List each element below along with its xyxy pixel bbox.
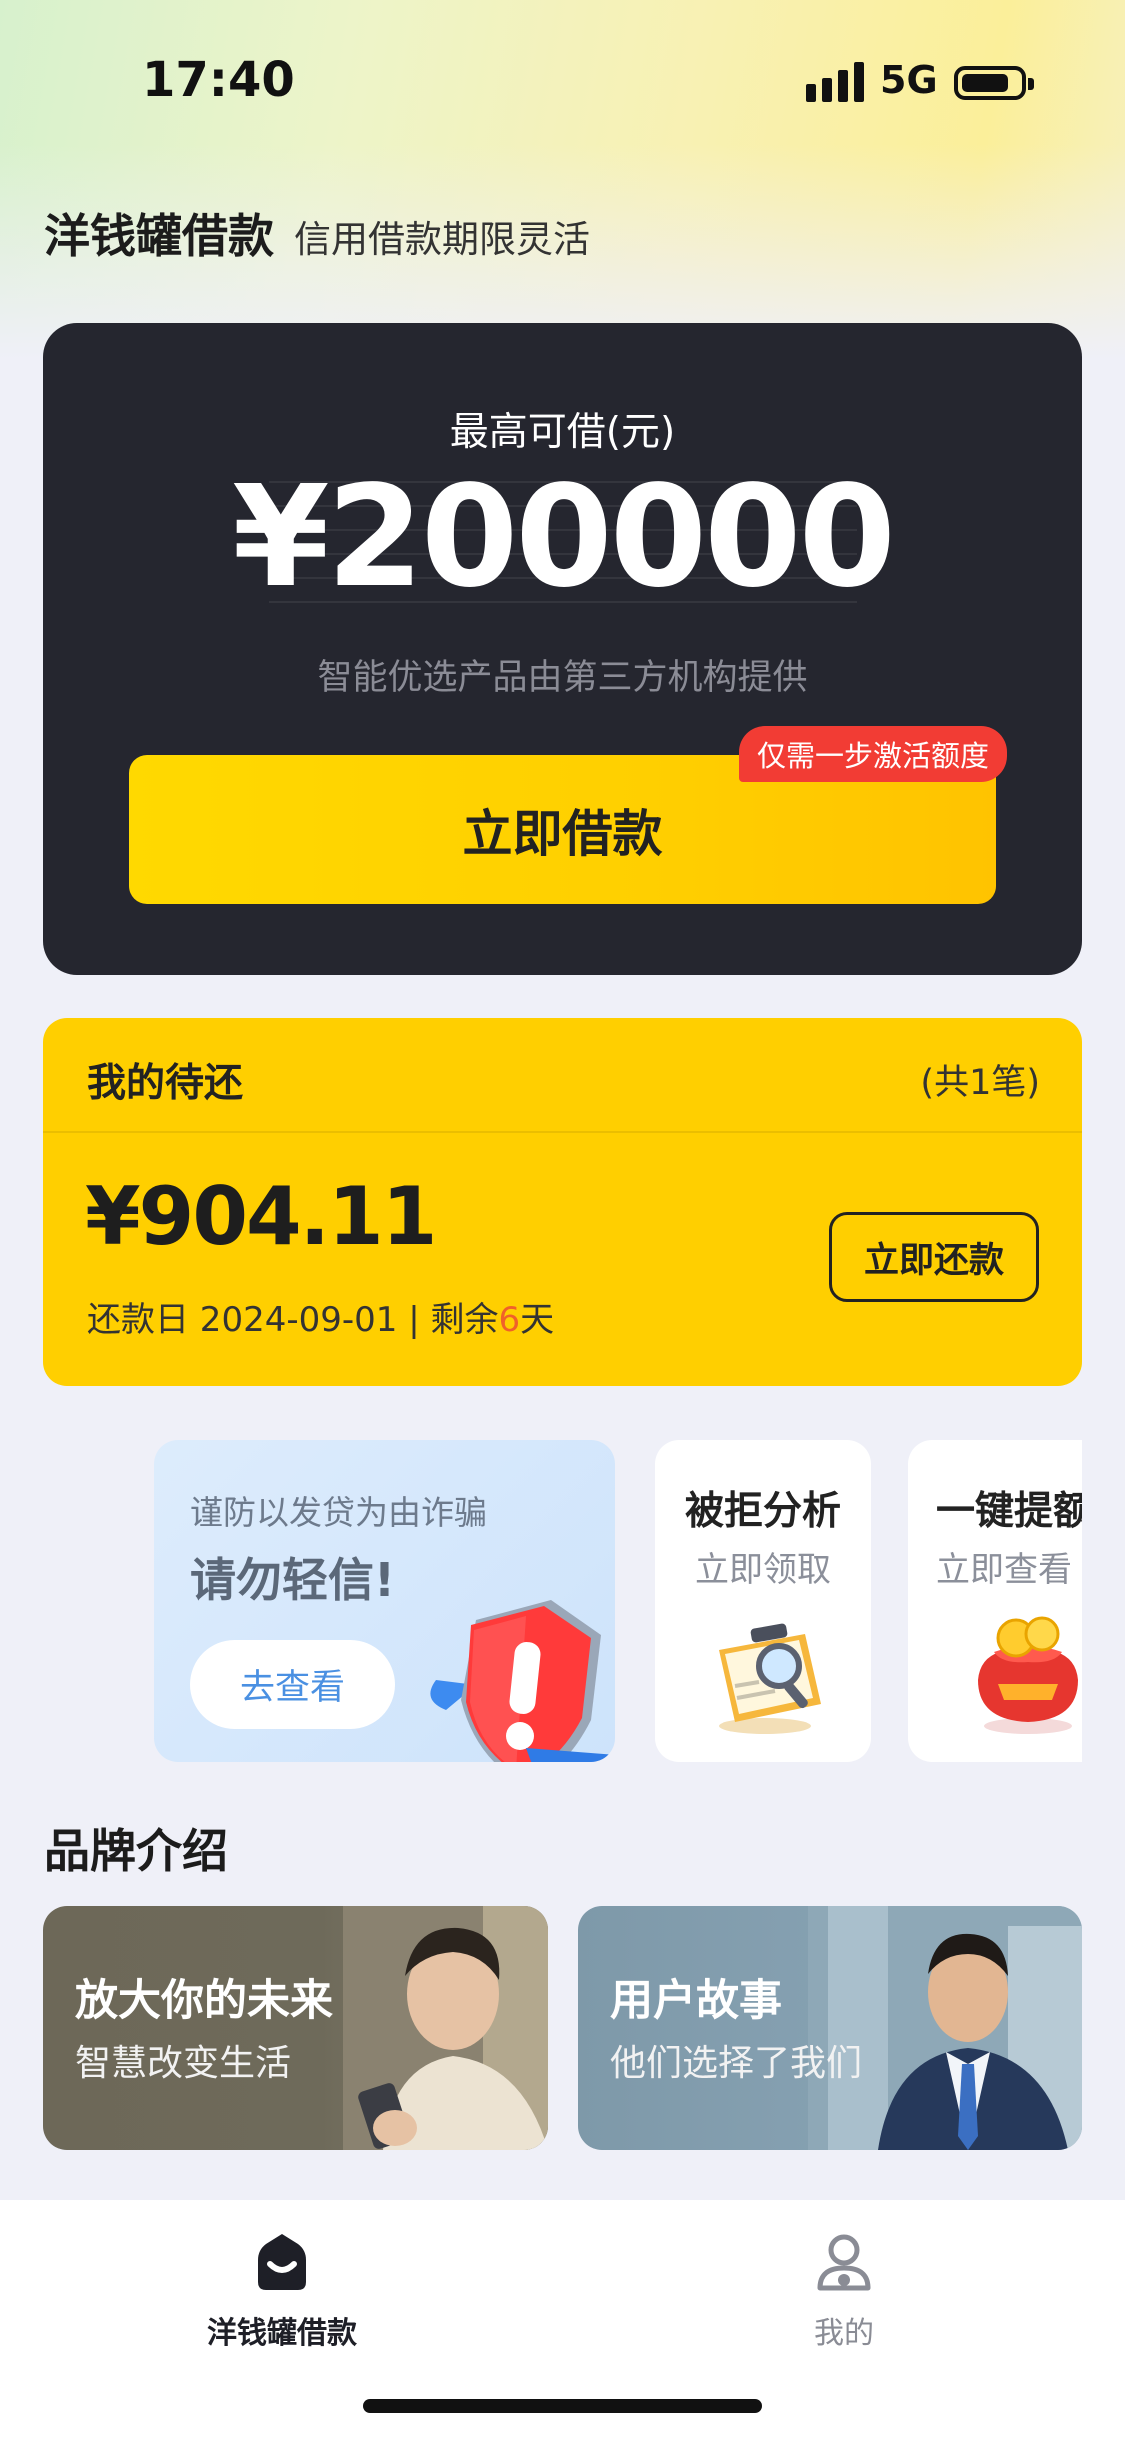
money-bag-icon <box>978 1616 1078 1734</box>
status-bar: 17:40 5G <box>0 0 1125 140</box>
divider <box>43 1131 1082 1133</box>
home-icon <box>258 2234 306 2290</box>
app-header: 洋钱罐借款 信用借款期限灵活 <box>44 200 590 266</box>
loan-limit-label: 最高可借(元) <box>449 410 676 455</box>
due-date-text: 还款日 2024-09-01 | 剩余 <box>87 1300 499 1340</box>
loan-limit-amount: ¥200000 <box>232 456 896 619</box>
clipboard-magnifier-icon <box>719 1623 821 1734</box>
credit-raise-subtitle: 立即查看 <box>936 1550 1072 1590</box>
brand-section-title: 品牌介绍 <box>44 1824 228 1878</box>
days-remaining: 6 <box>498 1300 521 1340</box>
repayment-title: 我的待还 <box>87 1061 244 1106</box>
loan-limit-card: 最高可借(元) ¥200000 智能优选产品由第三方机构提供 立即借款 仅需一步… <box>43 323 1082 975</box>
battery-icon <box>954 66 1034 100</box>
status-time: 17:40 <box>142 52 295 108</box>
tab-loan-home-label: 洋钱罐借款 <box>207 2316 357 2351</box>
home-indicator <box>363 2399 762 2413</box>
loan-provider-note: 智能优选产品由第三方机构提供 <box>317 658 808 698</box>
profile-icon <box>817 2234 871 2291</box>
rejection-analysis-title: 被拒分析 <box>684 1489 841 1534</box>
tab-profile-label: 我的 <box>814 2316 874 2351</box>
brand-card-user-stories-subtitle: 他们选择了我们 <box>610 2043 863 2084</box>
network-label: 5G <box>880 58 938 102</box>
brand-card-user-stories-title: 用户故事 <box>610 1976 782 2026</box>
repayment-amount: ¥904.11 <box>85 1170 437 1263</box>
tab-loan-home[interactable]: 洋钱罐借款 <box>132 2230 432 2352</box>
signal-icon <box>806 62 864 102</box>
view-fraud-button[interactable]: 去查看 <box>190 1640 395 1729</box>
fraud-warning-text: 谨防以发贷为由诈骗 <box>190 1493 487 1532</box>
app-title: 洋钱罐借款 <box>44 209 274 263</box>
repay-now-button[interactable]: 立即还款 <box>829 1212 1039 1302</box>
repayment-due-date: 还款日 2024-09-01 | 剩余6天 <box>87 1292 554 1341</box>
app-subtitle: 信用借款期限灵活 <box>294 218 590 261</box>
fraud-warning-headline: 请勿轻信! <box>190 1553 395 1607</box>
brand-card-future-subtitle: 智慧改变生活 <box>75 2043 292 2084</box>
fraud-warning-card[interactable]: 谨防以发贷为由诈骗 请勿轻信! 去查看 <box>154 1440 615 1762</box>
person-with-phone-image <box>343 1906 548 2150</box>
repayment-card[interactable]: 我的待还 (共1笔) ¥904.11 还款日 2024-09-01 | 剩余6天… <box>43 1018 1082 1386</box>
rejection-analysis-card[interactable]: 被拒分析 立即领取 <box>655 1440 871 1762</box>
brand-card-future-title: 放大你的未来 <box>75 1976 333 2026</box>
repayment-count: (共1笔) <box>920 1063 1040 1103</box>
credit-raise-card[interactable]: 一键提额 立即查看 <box>908 1440 1082 1762</box>
credit-raise-title: 一键提额 <box>936 1489 1082 1534</box>
shield-warning-icon <box>430 1600 615 1762</box>
days-unit: 天 <box>520 1300 555 1340</box>
brand-card-user-stories[interactable]: 用户故事 他们选择了我们 <box>578 1906 1082 2150</box>
activate-limit-badge: 仅需一步激活额度 <box>739 726 1008 782</box>
borrow-now-label: 立即借款 <box>462 804 663 863</box>
rejection-analysis-subtitle: 立即领取 <box>695 1550 831 1590</box>
brand-card-future[interactable]: 放大你的未来 智慧改变生活 <box>43 1906 548 2150</box>
businessman-image <box>808 1906 1082 2150</box>
tab-profile[interactable]: 我的 <box>694 2230 994 2352</box>
